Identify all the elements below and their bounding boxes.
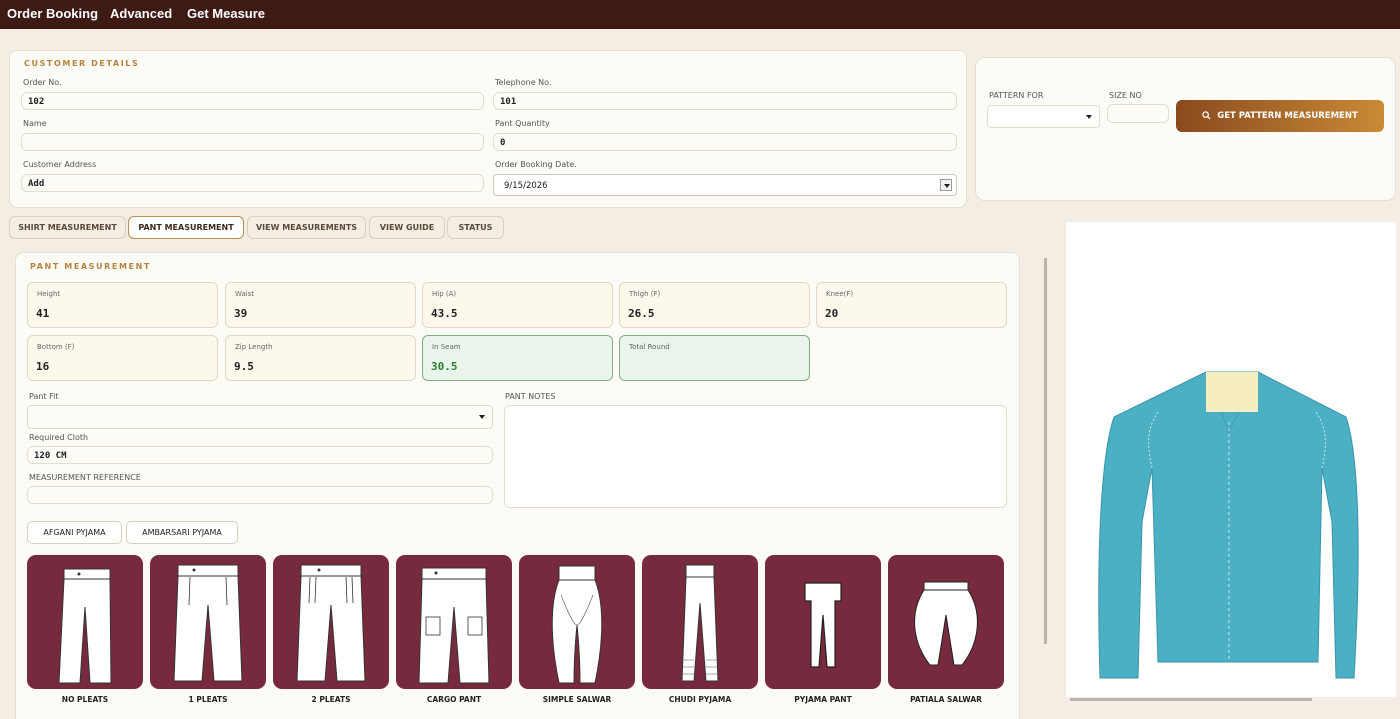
- measure-label: In Seam: [432, 343, 461, 351]
- vertical-scrollbar[interactable]: [1044, 258, 1047, 644]
- style-cargo-pant[interactable]: [396, 555, 512, 689]
- horizontal-scrollbar[interactable]: [1070, 698, 1312, 701]
- measure-thigh[interactable]: Thigh (F) 26.5: [619, 282, 810, 328]
- measure-label: Zip Length: [235, 343, 273, 351]
- style-label: PYJAMA PANT: [794, 695, 852, 704]
- tab-shirt-measurement[interactable]: SHIRT MEASUREMENT: [9, 216, 126, 239]
- style-2-pleats[interactable]: [273, 555, 389, 689]
- measure-value: 16: [36, 360, 50, 373]
- pyjama-pant-icon: [804, 582, 842, 668]
- pant-fit-label: Pant Fit: [29, 392, 59, 401]
- style-patiala-salwar[interactable]: [888, 555, 1004, 689]
- booking-date-picker[interactable]: 9/15/2026: [493, 174, 957, 196]
- ambarsari-pyjama-button[interactable]: AMBARSARI PYJAMA: [126, 521, 238, 544]
- order-no-label: Order No.: [23, 78, 62, 87]
- measure-label: Height: [37, 290, 61, 298]
- customer-address-input[interactable]: Add: [21, 174, 484, 192]
- style-label: PATIALA SALWAR: [910, 695, 982, 704]
- style-1-pleats[interactable]: [150, 555, 266, 689]
- measure-bottom[interactable]: Bottom (F) 16: [27, 335, 218, 381]
- simple-salwar-icon: [551, 565, 603, 684]
- garment-preview: [1066, 222, 1396, 701]
- style-pyjama-pant[interactable]: [765, 555, 881, 689]
- chevron-down-icon[interactable]: [1083, 111, 1095, 123]
- pant-quantity-label: Pant Quantity: [495, 119, 550, 128]
- pant-notes-textarea[interactable]: [504, 405, 1007, 508]
- measure-label: Total Round: [629, 343, 670, 351]
- tab-view-measurements[interactable]: VIEW MEASUREMENTS: [247, 216, 366, 239]
- required-cloth-input[interactable]: 120 CM: [27, 446, 493, 464]
- pattern-for-select[interactable]: [987, 105, 1100, 128]
- name-label: Name: [23, 119, 47, 128]
- measure-label: Knee(F): [826, 290, 854, 298]
- afgani-pyjama-button[interactable]: AFGANI PYJAMA: [27, 521, 122, 544]
- required-cloth-label: Required Cloth: [29, 433, 89, 442]
- measure-value: 9.5: [234, 360, 254, 373]
- booking-date-label: Order Booking Date.: [495, 160, 577, 169]
- style-label: CARGO PANT: [426, 695, 482, 704]
- style-simple-salwar[interactable]: [519, 555, 635, 689]
- measurement-reference-label: MEASUREMENT REFERENCE: [29, 473, 141, 482]
- customer-address-label: Customer Address: [23, 160, 97, 169]
- no-pleats-pant-icon: [58, 568, 112, 684]
- measure-value: 43.5: [431, 307, 458, 320]
- name-input[interactable]: [21, 133, 484, 151]
- size-no-label: SIZE NO: [1109, 91, 1142, 100]
- style-label: SIMPLE SALWAR: [542, 695, 612, 704]
- tab-pant-measurement[interactable]: PANT MEASUREMENT: [128, 216, 244, 239]
- measure-hip[interactable]: Hip (A) 43.5: [422, 282, 613, 328]
- measure-value: 30.5: [431, 360, 458, 373]
- size-no-input[interactable]: [1107, 104, 1169, 123]
- get-pattern-measurement-button[interactable]: GET PATTERN MEASUREMENT: [1176, 100, 1384, 132]
- search-icon: [1202, 111, 1211, 120]
- style-label: NO PLEATS: [61, 695, 109, 704]
- pant-notes-label: PANT NOTES: [505, 392, 556, 401]
- two-pleats-pant-icon: [296, 564, 366, 682]
- chudi-pyjama-icon: [681, 564, 719, 682]
- menu-get-measure[interactable]: Get Measure: [187, 6, 265, 21]
- measure-in-seam[interactable]: In Seam 30.5: [422, 335, 613, 381]
- shirt-preview-icon: [1098, 371, 1359, 679]
- menu-order-booking[interactable]: Order Booking: [7, 6, 98, 21]
- tab-status[interactable]: STATUS: [447, 216, 504, 239]
- measure-total-round[interactable]: Total Round: [619, 335, 810, 381]
- measure-label: Thigh (F): [629, 290, 661, 298]
- measure-value: 20: [825, 307, 839, 320]
- measure-zip-length[interactable]: Zip Length 9.5: [225, 335, 416, 381]
- cargo-pant-icon: [418, 567, 490, 684]
- measure-label: Waist: [235, 290, 255, 298]
- telephone-input[interactable]: 101: [493, 92, 957, 110]
- measure-value: 26.5: [628, 307, 655, 320]
- top-menu-bar: Order Booking Advanced Get Measure: [0, 0, 1400, 29]
- style-no-pleats[interactable]: [27, 555, 143, 689]
- measurement-reference-input[interactable]: [27, 486, 493, 504]
- booking-date-value: 9/15/2026: [504, 181, 548, 191]
- pattern-for-label: PATTERN FOR: [989, 91, 1044, 100]
- style-label: CHUDI PYJAMA: [668, 695, 732, 704]
- measure-value: 39: [234, 307, 248, 320]
- customer-details-title: CUSTOMER DETAILS: [24, 59, 140, 68]
- patiala-salwar-icon: [914, 581, 978, 666]
- measure-waist[interactable]: Waist 39: [225, 282, 416, 328]
- measure-label: Bottom (F): [37, 343, 75, 351]
- pant-fit-select[interactable]: [27, 405, 493, 429]
- style-chudi-pyjama[interactable]: [642, 555, 758, 689]
- telephone-label: Telephone No.: [495, 78, 552, 87]
- style-label: 1 PLEATS: [188, 695, 228, 704]
- pant-quantity-input[interactable]: 0: [493, 133, 957, 151]
- measure-height[interactable]: Height 41: [27, 282, 218, 328]
- get-pattern-measurement-label: GET PATTERN MEASUREMENT: [1217, 111, 1358, 121]
- one-pleat-pant-icon: [173, 564, 243, 682]
- pant-measurement-title: PANT MEASUREMENT: [30, 262, 151, 271]
- measure-knee[interactable]: Knee(F) 20: [816, 282, 1007, 328]
- chevron-down-icon[interactable]: [476, 411, 488, 423]
- tab-view-guide[interactable]: VIEW GUIDE: [369, 216, 445, 239]
- menu-advanced[interactable]: Advanced: [110, 6, 172, 21]
- measure-label: Hip (A): [432, 290, 457, 298]
- order-no-input[interactable]: 102: [21, 92, 484, 110]
- style-label: 2 PLEATS: [311, 695, 351, 704]
- chevron-down-icon[interactable]: [940, 179, 952, 191]
- measure-value: 41: [36, 307, 50, 320]
